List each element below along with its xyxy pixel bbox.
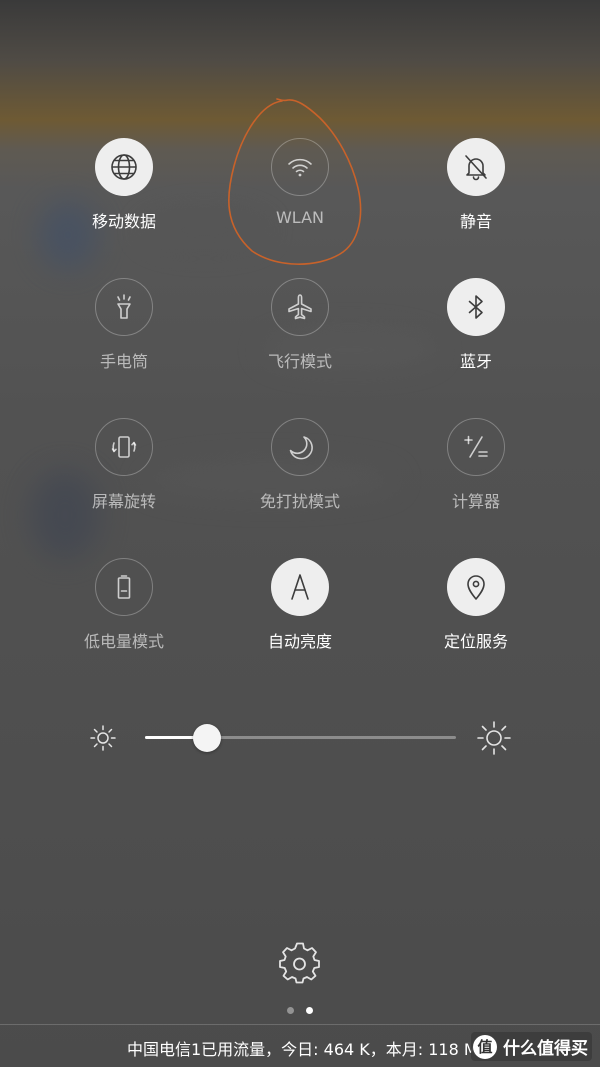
flashlight-icon [95,278,153,336]
tile-label: 手电筒 [99,352,148,371]
tile-screen-rotation[interactable]: 屏幕旋转 [49,418,199,518]
bell-off-icon [447,138,505,196]
wifi-icon [271,138,329,196]
globe-icon [95,138,153,196]
airplane-icon [271,278,329,336]
tile-label: 低电量模式 [83,632,164,651]
settings-gear-icon[interactable] [279,942,321,984]
tile-label: 免打扰模式 [259,492,340,511]
tile-wlan[interactable]: WLAN [225,138,375,238]
tile-airplane-mode[interactable]: 飞行模式 [225,278,375,378]
tile-label: 飞行模式 [267,352,332,371]
watermark-text: 什么值得买 [503,1039,588,1059]
battery-icon [95,558,153,616]
tile-auto-brightness[interactable]: 自动亮度 [225,558,375,658]
rotate-icon [95,418,153,476]
calculator-icon [447,418,505,476]
page-dot[interactable] [306,1007,313,1014]
page-dot[interactable] [287,1007,294,1014]
tile-label: 计算器 [451,492,500,511]
tile-calculator[interactable]: 计算器 [401,418,551,518]
tile-do-not-disturb[interactable]: 免打扰模式 [225,418,375,518]
tile-low-power-mode[interactable]: 低电量模式 [49,558,199,658]
moon-icon [271,418,329,476]
tile-silent[interactable]: 静音 [401,138,551,238]
bluetooth-icon [447,278,505,336]
tile-label: 屏幕旋转 [91,492,156,511]
tile-label: 移动数据 [91,212,156,231]
data-usage-text: 中国电信1已用流量，今日: 464 K，本月: 118 M [127,1040,478,1059]
control-center: 移动数据 WLAN 静音 手电筒 飞行模式 蓝牙 屏幕旋转 免打扰模式 计算器 … [0,0,600,1067]
tile-bluetooth[interactable]: 蓝牙 [401,278,551,378]
watermark: 值 什么值得买 [471,1032,592,1061]
tile-label: 定位服务 [443,632,508,651]
auto-brightness-icon [271,558,329,616]
brightness-high-icon [477,721,511,755]
location-icon [447,558,505,616]
tile-label: 蓝牙 [459,352,492,371]
brightness-slider [84,716,524,760]
footer-bar: 中国电信1已用流量，今日: 464 K，本月: 118 M 值 什么值得买 [0,1024,600,1067]
tile-label: 自动亮度 [267,632,332,651]
watermark-logo-icon: 值 [473,1034,497,1059]
brightness-track[interactable] [145,736,456,739]
tile-label: WLAN [275,208,324,227]
tile-location-services[interactable]: 定位服务 [401,558,551,658]
page-indicator [0,1007,600,1014]
brightness-thumb[interactable] [193,724,222,752]
brightness-low-icon [90,725,116,751]
tile-flashlight[interactable]: 手电筒 [49,278,199,378]
tile-mobile-data[interactable]: 移动数据 [49,138,199,238]
tile-label: 静音 [459,212,492,231]
